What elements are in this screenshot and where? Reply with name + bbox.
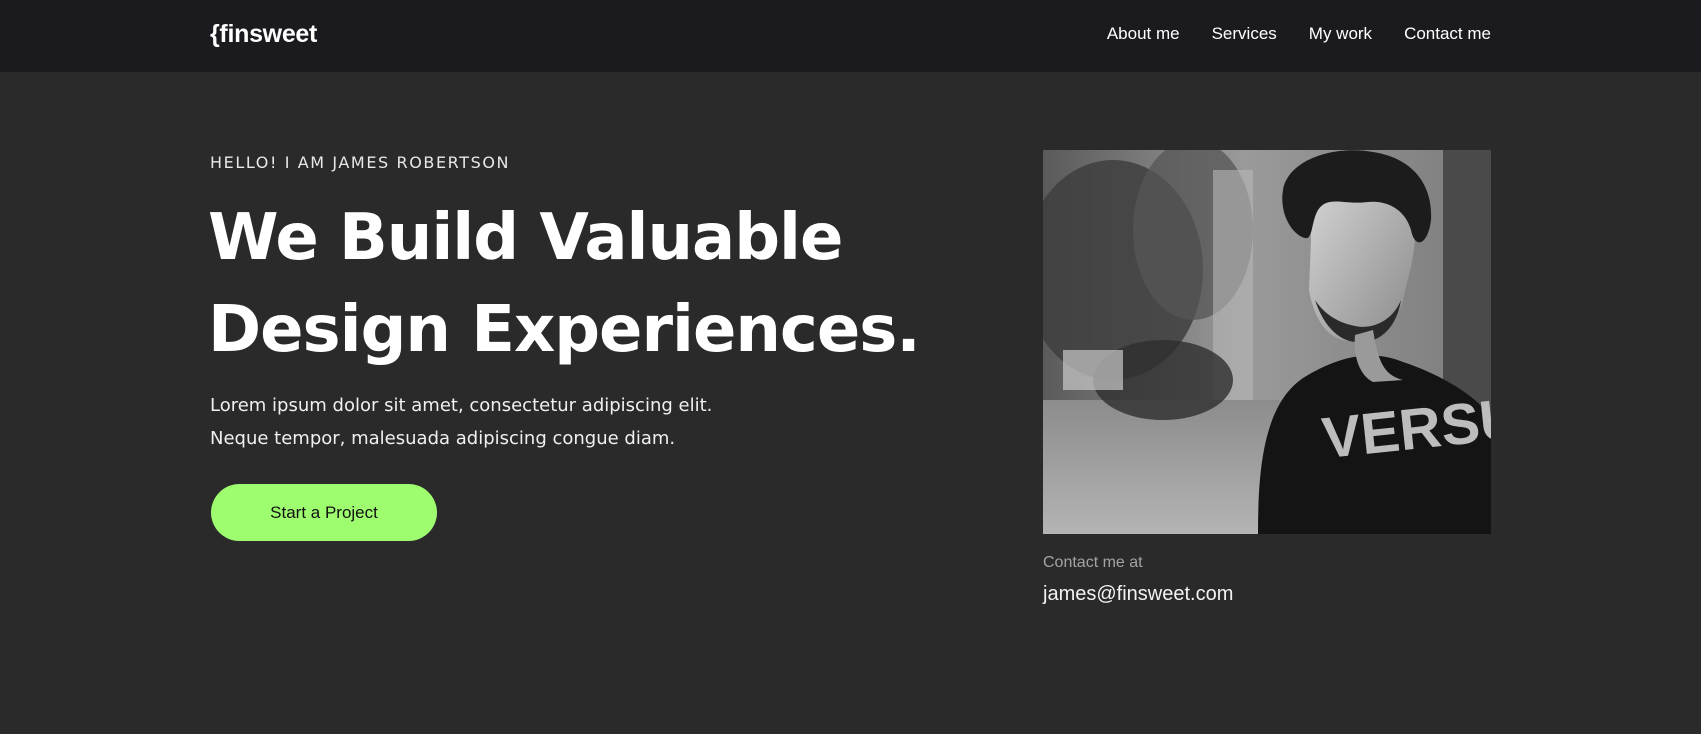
hero-eyebrow: HELLO! I AM JAMES ROBERTSON [210,153,511,172]
nav-menu: About me Services My work Contact me [1107,24,1491,44]
hero-description-line: Neque tempor, malesuada adipiscing congu… [210,428,676,449]
nav-link-about-me[interactable]: About me [1107,24,1180,44]
hero-description-line: Lorem ipsum dolor sit amet, consectetur … [210,395,713,416]
navbar: {finsweet About me Services My work Cont… [0,0,1701,72]
hero-headline-line: We Build Valuable [208,201,843,275]
logo[interactable]: {finsweet [210,20,317,49]
nav-link-services[interactable]: Services [1212,24,1277,44]
profile-photo-illustration: VERSUS [1043,150,1491,534]
profile-photo: VERSUS [1043,150,1491,534]
start-project-button[interactable]: Start a Project [211,484,437,541]
nav-link-my-work[interactable]: My work [1309,24,1372,44]
contact-email-link[interactable]: james@finsweet.com [1043,583,1233,606]
hero-headline: We Build Valuable Design Experiences. [208,192,968,376]
contact-label: Contact me at [1043,554,1143,571]
hero-description: Lorem ipsum dolor sit amet, consectetur … [210,389,770,455]
nav-link-contact-me[interactable]: Contact me [1404,24,1491,44]
hero-headline-line: Design Experiences. [208,293,921,367]
